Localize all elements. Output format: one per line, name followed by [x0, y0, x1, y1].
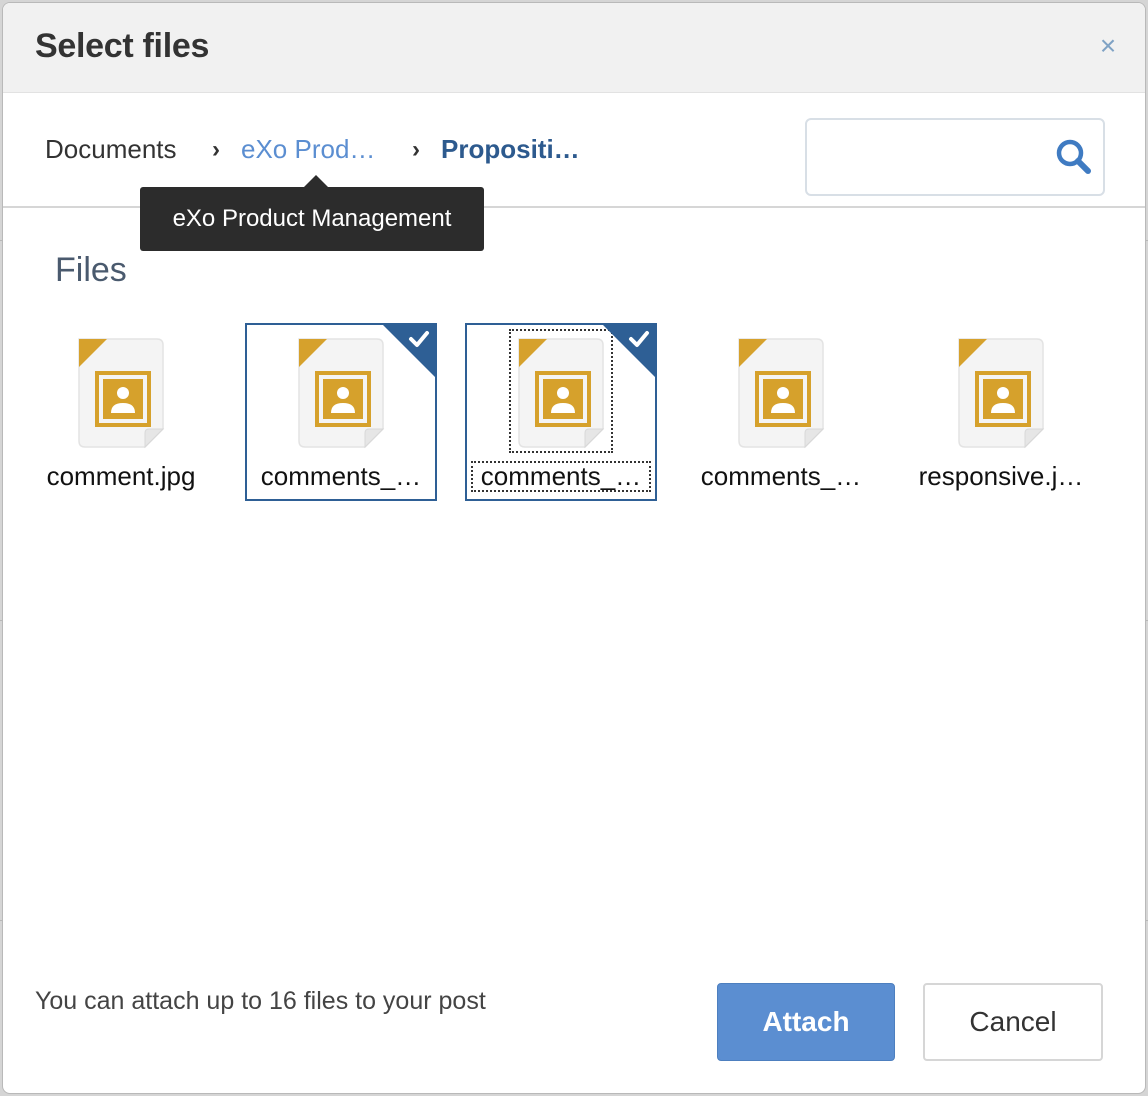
close-icon[interactable]: ×: [1093, 31, 1123, 61]
breadcrumb-item-current: Propositi…: [441, 134, 580, 164]
file-item[interactable]: comments_…: [245, 323, 437, 501]
chevron-right-icon: ›: [212, 135, 220, 163]
file-name: comments_…: [471, 461, 651, 492]
file-item[interactable]: responsive.j…: [905, 323, 1097, 501]
breadcrumb-item-product-management[interactable]: eXo Prod…: [241, 134, 391, 165]
checkmark-icon: [603, 325, 655, 377]
breadcrumb-tooltip: eXo Product Management: [140, 175, 484, 251]
search-box: [805, 118, 1105, 196]
file-name: comment.jpg: [46, 461, 196, 491]
select-files-dialog: Select files × Documents › eXo Prod… › P…: [2, 2, 1146, 1094]
file-list: comment.jpg comments_… comments_… commen…: [25, 321, 1125, 511]
image-file-icon: [953, 333, 1049, 449]
dialog-title: Select files: [35, 27, 210, 65]
file-name: comments_…: [260, 461, 422, 491]
breadcrumb: Documents › eXo Prod… › Propositi…: [45, 134, 597, 165]
attach-limit-note: You can attach up to 16 files to your po…: [35, 987, 486, 1015]
cancel-button[interactable]: Cancel: [923, 983, 1103, 1061]
dialog-header: Select files ×: [3, 3, 1145, 93]
image-file-icon: [509, 329, 613, 453]
file-item[interactable]: comments_…: [685, 323, 877, 501]
file-name: responsive.j…: [918, 461, 1084, 491]
image-file-icon: [733, 333, 829, 449]
breadcrumb-item-documents[interactable]: Documents: [45, 134, 191, 165]
search-icon[interactable]: [1053, 136, 1095, 178]
image-file-icon: [73, 333, 169, 449]
file-name: comments_…: [700, 461, 862, 491]
file-item[interactable]: comment.jpg: [25, 323, 217, 501]
image-file-icon: [293, 333, 389, 449]
search-input[interactable]: [817, 130, 1047, 184]
section-title: Files: [55, 251, 127, 289]
checkmark-icon: [383, 325, 435, 377]
chevron-right-icon: ›: [412, 135, 420, 163]
file-item[interactable]: comments_…: [465, 323, 657, 501]
attach-button[interactable]: Attach: [717, 983, 895, 1061]
